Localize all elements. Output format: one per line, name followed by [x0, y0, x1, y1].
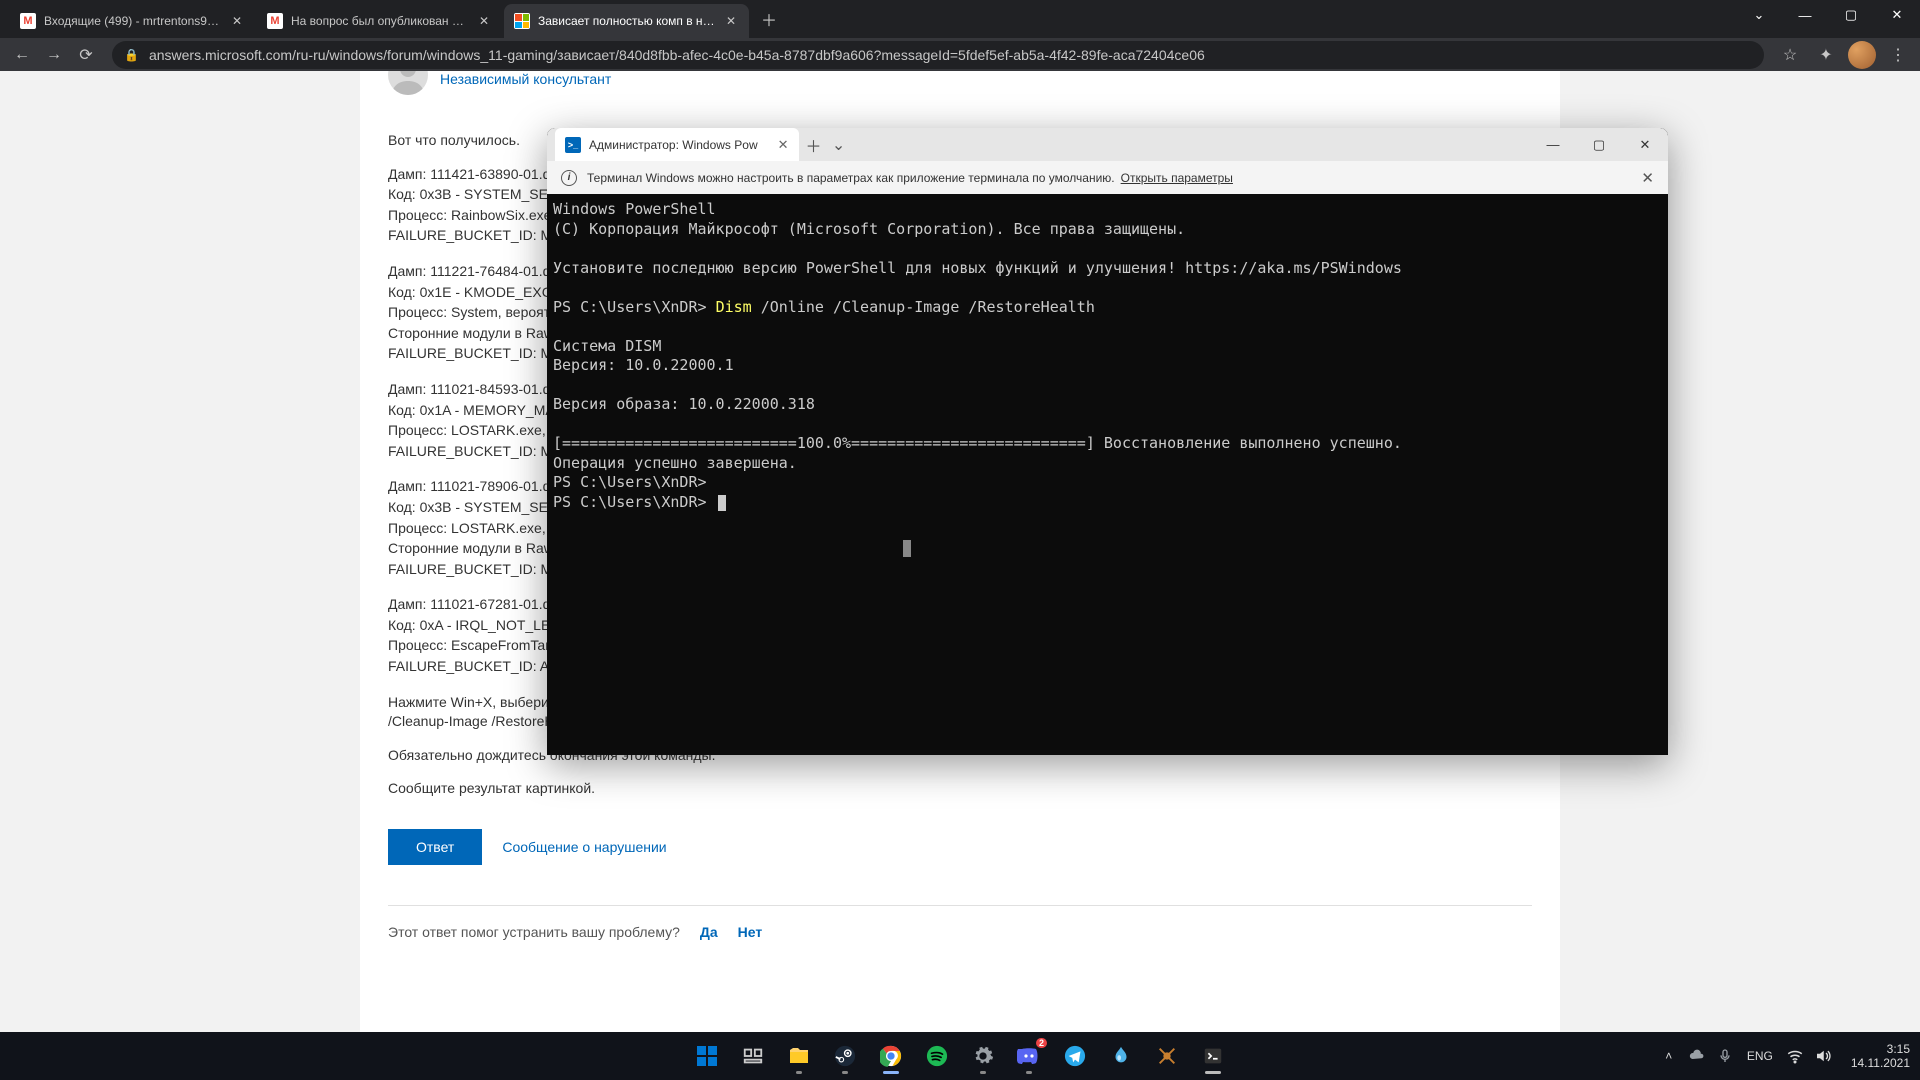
- forward-button[interactable]: →: [40, 41, 68, 69]
- microsoft-icon: [514, 13, 530, 29]
- close-button[interactable]: ✕: [1874, 0, 1920, 30]
- mic-icon[interactable]: [1715, 1048, 1735, 1064]
- steam-button[interactable]: [825, 1036, 865, 1076]
- address-bar[interactable]: 🔒 answers.microsoft.com/ru-ru/windows/fo…: [112, 41, 1764, 69]
- terminal-tab[interactable]: >_ Администратор: Windows Pow ✕: [555, 128, 799, 161]
- file-explorer-button[interactable]: [779, 1036, 819, 1076]
- instruction-report: Сообщите результат картинкой.: [388, 779, 1532, 799]
- tab-search-button[interactable]: ⌄: [1736, 0, 1782, 30]
- task-view-button[interactable]: [733, 1036, 773, 1076]
- reply-button[interactable]: Ответ: [388, 829, 482, 865]
- taskbar-clock[interactable]: 3:15 14.11.2021: [1851, 1042, 1910, 1071]
- app-button-2[interactable]: [1147, 1036, 1187, 1076]
- terminal-cursor: [718, 495, 726, 511]
- gmail-icon: [267, 13, 283, 29]
- close-icon[interactable]: ✕: [778, 137, 789, 153]
- tab-title: На вопрос был опубликован н…: [291, 14, 468, 28]
- reload-button[interactable]: ⟳: [72, 41, 100, 69]
- close-icon[interactable]: ✕: [476, 14, 492, 28]
- chrome-toolbar: ← → ⟳ 🔒 answers.microsoft.com/ru-ru/wind…: [0, 38, 1920, 71]
- answerer-role-link[interactable]: Независимый консультант: [440, 71, 611, 87]
- powershell-icon: >_: [565, 137, 581, 153]
- terminal-new-tab[interactable]: ＋: [799, 130, 829, 160]
- terminal-dropdown[interactable]: ⌄: [829, 135, 849, 155]
- volume-icon[interactable]: [1813, 1047, 1833, 1065]
- maximize-button[interactable]: ▢: [1828, 0, 1874, 30]
- close-icon[interactable]: ✕: [723, 14, 739, 28]
- extensions-button[interactable]: ✦: [1812, 41, 1840, 69]
- report-link[interactable]: Сообщение о нарушении: [502, 839, 666, 855]
- telegram-button[interactable]: [1055, 1036, 1095, 1076]
- tray-overflow[interactable]: ˄: [1659, 1049, 1679, 1063]
- avatar: [1848, 41, 1876, 69]
- spotify-button[interactable]: [917, 1036, 957, 1076]
- new-tab-button[interactable]: ＋: [755, 5, 783, 33]
- discord-button[interactable]: 2: [1009, 1036, 1049, 1076]
- lock-icon: 🔒: [124, 48, 139, 62]
- close-icon[interactable]: ✕: [229, 14, 245, 28]
- terminal-titlebar[interactable]: >_ Администратор: Windows Pow ✕ ＋ ⌄ — ▢ …: [547, 128, 1668, 161]
- onedrive-icon[interactable]: [1687, 1047, 1707, 1065]
- avatar: [388, 71, 428, 95]
- wifi-icon[interactable]: [1785, 1047, 1805, 1065]
- maximize-button[interactable]: ▢: [1576, 128, 1622, 161]
- info-icon: i: [561, 170, 577, 186]
- terminal-taskbar-button[interactable]: [1193, 1036, 1233, 1076]
- tab-title: Зависает полностью комп в не…: [538, 14, 715, 28]
- chrome-window-controls: ⌄ — ▢ ✕: [1736, 0, 1920, 30]
- helpful-yes[interactable]: Да: [700, 924, 718, 940]
- start-button[interactable]: [687, 1036, 727, 1076]
- bookmark-button[interactable]: ☆: [1776, 41, 1804, 69]
- chrome-window-chrome: Входящие (499) - mrtrentons98… ✕ На вопр…: [0, 0, 1920, 71]
- gmail-icon: [20, 13, 36, 29]
- language-indicator[interactable]: ENG: [1747, 1049, 1773, 1063]
- chrome-menu-button[interactable]: ⋮: [1884, 41, 1912, 69]
- system-tray: ˄ ENG 3:15 14.11.2021: [1659, 1032, 1920, 1080]
- chrome-tabstrip: Входящие (499) - mrtrentons98… ✕ На вопр…: [0, 0, 1920, 38]
- mouse-cursor: [903, 540, 911, 557]
- terminal-tab-title: Администратор: Windows Pow: [589, 138, 758, 152]
- minimize-button[interactable]: —: [1530, 128, 1576, 161]
- browser-tab-gmail-reply[interactable]: На вопрос был опубликован н… ✕: [257, 4, 502, 38]
- browser-tab-gmail-inbox[interactable]: Входящие (499) - mrtrentons98… ✕: [10, 4, 255, 38]
- app-button-1[interactable]: [1101, 1036, 1141, 1076]
- infobar-close[interactable]: ✕: [1641, 169, 1654, 187]
- helpful-question: Этот ответ помог устранить вашу проблему…: [388, 924, 680, 940]
- infobar-settings-link[interactable]: Открыть параметры: [1121, 171, 1233, 185]
- infobar-text: Терминал Windows можно настроить в парам…: [587, 171, 1115, 185]
- minimize-button[interactable]: —: [1782, 0, 1828, 30]
- windows-taskbar: 2 ˄ ENG 3:15 14.11.2021: [0, 1032, 1920, 1080]
- chrome-button[interactable]: [871, 1036, 911, 1076]
- profile-button[interactable]: [1848, 41, 1876, 69]
- settings-button[interactable]: [963, 1036, 1003, 1076]
- close-button[interactable]: ✕: [1622, 128, 1668, 161]
- browser-tab-ms-answers[interactable]: Зависает полностью комп в не… ✕: [504, 4, 749, 38]
- url-text: answers.microsoft.com/ru-ru/windows/foru…: [149, 47, 1205, 63]
- back-button[interactable]: ←: [8, 41, 36, 69]
- terminal-content[interactable]: Windows PowerShell (C) Корпорация Майкро…: [547, 194, 1668, 755]
- helpful-no[interactable]: Нет: [738, 924, 763, 940]
- terminal-infobar: i Терминал Windows можно настроить в пар…: [547, 161, 1668, 194]
- terminal-window: >_ Администратор: Windows Pow ✕ ＋ ⌄ — ▢ …: [547, 128, 1668, 755]
- tab-title: Входящие (499) - mrtrentons98…: [44, 14, 221, 28]
